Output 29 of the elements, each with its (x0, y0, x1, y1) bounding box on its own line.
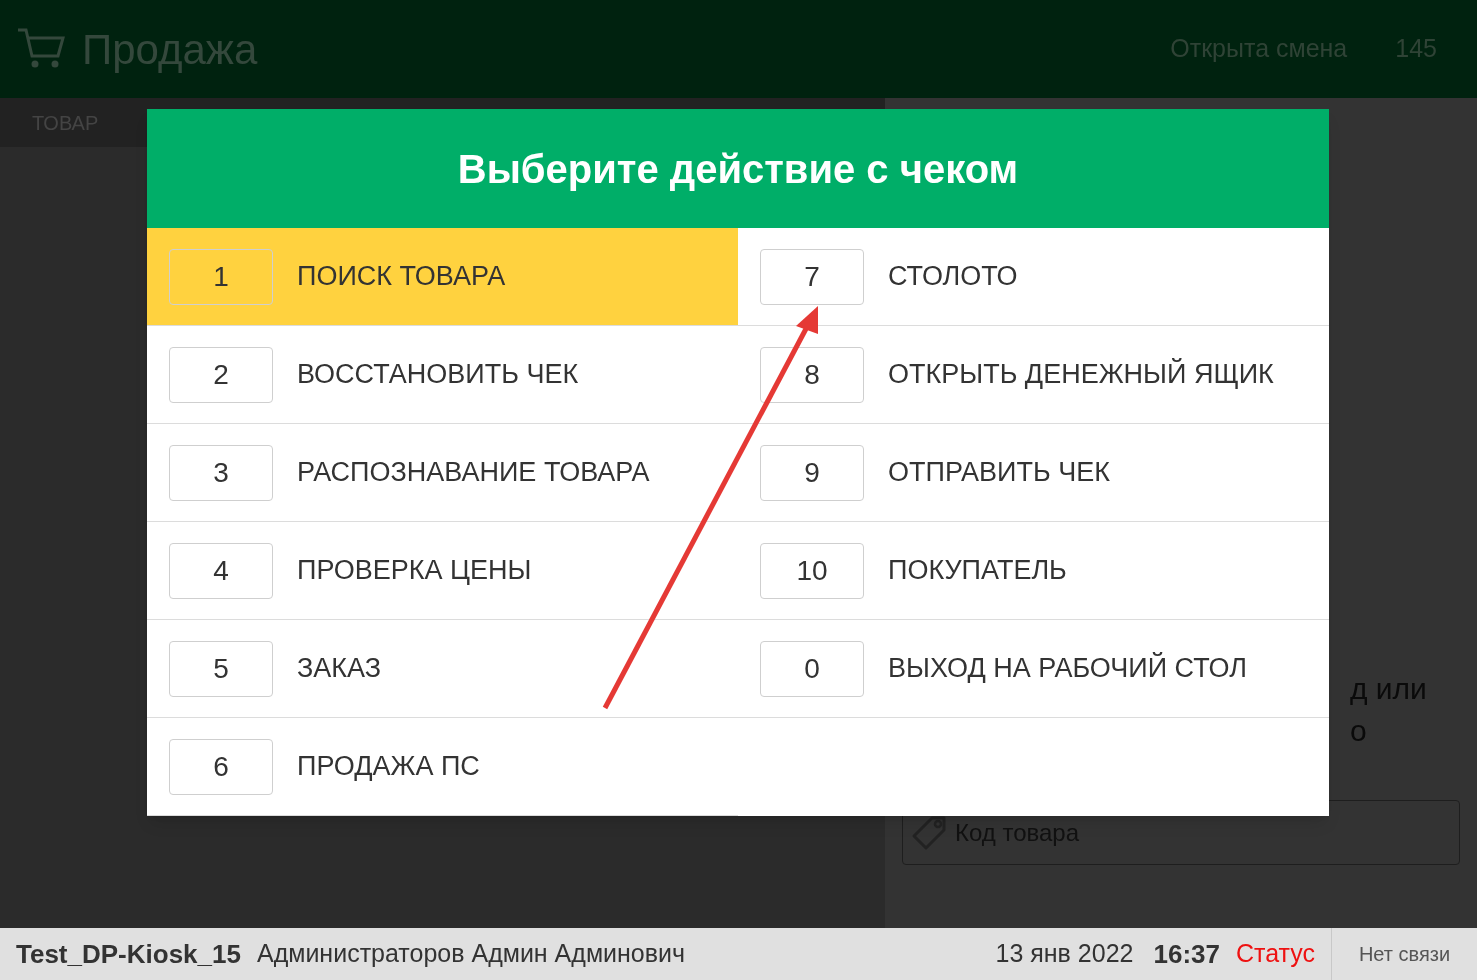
shortcut-key: 1 (169, 248, 273, 305)
action-item[interactable]: 7 СТОЛОТО (738, 228, 1329, 326)
action-item[interactable]: 5 ЗАКАЗ (147, 620, 738, 718)
shortcut-key: 7 (760, 248, 864, 305)
shortcut-key: 3 (169, 444, 273, 501)
action-item[interactable]: 6 ПРОДАЖА ПС (147, 718, 738, 816)
time-text: 16:37 (1153, 937, 1220, 971)
shortcut-key: 6 (169, 738, 273, 795)
action-item[interactable]: 0 ВЫХОД НА РАБОЧИЙ СТОЛ (738, 620, 1329, 718)
action-item[interactable]: 10 ПОКУПАТЕЛЬ (738, 522, 1329, 620)
status-text: Статус (1235, 938, 1315, 970)
shortcut-key: 2 (169, 346, 273, 403)
shortcut-key: 0 (760, 640, 864, 697)
shortcut-key: 8 (760, 346, 864, 403)
connection-status: Нет связи (1358, 942, 1451, 967)
shortcut-key: 9 (760, 444, 864, 501)
action-item[interactable]: 2 ВОССТАНОВИТЬ ЧЕК (147, 326, 738, 424)
date-text: 13 янв 2022 (995, 938, 1134, 970)
shortcut-key: 4 (169, 542, 273, 599)
terminal-name: Test_DP-Kiosk_15 (16, 937, 241, 971)
dialog-title: Выберите действие с чеком (457, 145, 1019, 193)
shortcut-key: 10 (760, 542, 864, 599)
action-item[interactable]: 1 ПОИСК ТОВАРА (147, 228, 738, 326)
user-name: Администраторов Админ Админович (256, 938, 686, 970)
action-item[interactable]: 3 РАСПОЗНАВАНИЕ ТОВАРА (147, 424, 738, 522)
shortcut-key: 5 (169, 640, 273, 697)
action-item[interactable]: 9 ОТПРАВИТЬ ЧЕК (738, 424, 1329, 522)
action-item[interactable]: 8 ОТКРЫТЬ ДЕНЕЖНЫЙ ЯЩИК (738, 326, 1329, 424)
action-item[interactable]: 4 ПРОВЕРКА ЦЕНЫ (147, 522, 738, 620)
